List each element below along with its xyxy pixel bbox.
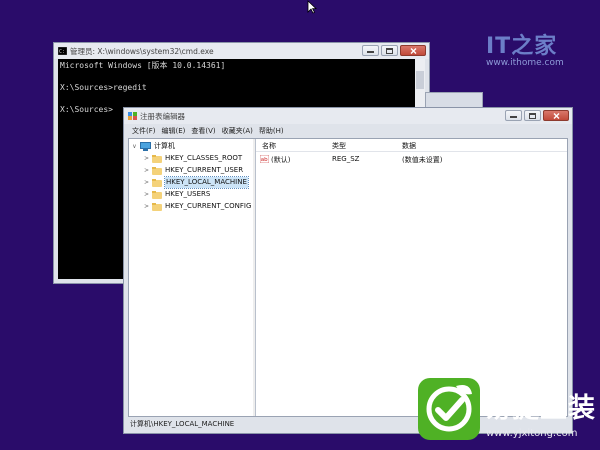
console-icon: C: [58,47,67,55]
tree-node-hklm[interactable]: > HKEY_LOCAL_MACHINE [143,176,249,189]
maximize-icon [386,47,393,54]
menu-favorites[interactable]: 收藏夹(A) [222,125,253,137]
svg-text:C:: C: [59,49,65,55]
cmd-close-button[interactable] [400,45,426,56]
column-type[interactable]: 类型 [332,141,346,151]
regedit-minimize-button[interactable] [505,110,522,121]
maximize-icon [529,112,536,119]
folder-icon [152,178,162,187]
table-row[interactable]: ab (默认) REG_SZ (数值未设置) [256,155,567,166]
expand-icon[interactable]: > [143,153,150,164]
value-data: (数值未设置) [402,156,443,164]
console-line: Microsoft Windows [版本 10.0.14361] [60,61,226,70]
tree-node-hkcu[interactable]: > HKEY_CURRENT_USER [143,165,243,176]
tree-node-hkcr[interactable]: > HKEY_CLASSES_ROOT [143,153,242,164]
yjxitong-watermark: 易捷重装 www.yjxitong.com [412,370,600,450]
regedit-title: 注册表编辑器 [140,112,185,121]
close-icon [553,112,559,119]
minimize-icon [367,51,374,53]
cmd-scroll-thumb[interactable] [416,71,424,89]
svg-text:ab: ab [261,157,268,163]
cursor-icon [307,0,317,14]
regedit-maximize-button[interactable] [524,110,541,121]
folder-icon [152,154,162,163]
column-name[interactable]: 名称 [262,141,276,151]
tree-node-hku[interactable]: > HKEY_USERS [143,189,210,200]
regedit-titlebar[interactable]: 注册表编辑器 [124,108,572,124]
minimize-icon [510,116,517,118]
tree-label: HKEY_CURRENT_USER [165,166,244,174]
menu-edit[interactable]: 编辑(E) [162,125,186,137]
menu-file[interactable]: 文件(F) [132,125,156,137]
regedit-close-button[interactable] [543,110,569,121]
string-value-icon: ab [260,155,269,163]
tree-label: HKEY_USERS [165,190,211,198]
ithome-url: www.ithome.com [486,58,564,68]
ithome-logo: IT之家 [486,34,558,59]
column-data[interactable]: 数据 [402,141,416,151]
value-name-cell: ab (默认) [260,155,290,165]
tree-node-computer[interactable]: ∨ 计算机 [131,141,175,152]
computer-icon [140,142,151,151]
tree-splitter[interactable] [253,139,255,416]
cmd-minimize-button[interactable] [362,45,379,56]
tree-label-selected: HKEY_LOCAL_MACHINE [164,176,249,189]
expand-icon[interactable]: > [143,189,150,200]
yjxitong-name: 易捷重装 [484,393,596,424]
cmd-maximize-button[interactable] [381,45,398,56]
close-icon [410,47,416,54]
value-name: (默认) [271,156,291,164]
tree-label: HKEY_CURRENT_CONFIG [165,202,252,210]
console-line: X:\Sources>regedit [60,83,147,92]
cmd-title: 管理员: X:\windows\system32\cmd.exe [70,47,214,56]
tree-node-hkcc[interactable]: > HKEY_CURRENT_CONFIG [143,201,251,212]
menu-help[interactable]: 帮助(H) [259,125,284,137]
collapse-icon[interactable]: ∨ [131,141,138,152]
check-leaf-icon [426,385,472,432]
key-tree[interactable]: ∨ 计算机 > HKEY_CLASSES_ROOT > HKEY_CURRENT… [129,139,256,416]
cmd-titlebar[interactable]: C: 管理员: X:\windows\system32\cmd.exe [54,43,429,59]
folder-icon [152,166,162,175]
tree-label: HKEY_CLASSES_ROOT [165,154,243,162]
yjxitong-url: www.yjxitong.com [486,428,578,439]
yjxitong-logo [418,378,480,440]
menu-bar: 文件(F) 编辑(E) 查看(V) 收藏夹(A) 帮助(H) [126,125,570,137]
regedit-icon [128,112,137,120]
expand-icon[interactable]: > [143,165,150,176]
tree-label: 计算机 [154,142,175,150]
folder-icon [152,190,162,199]
expand-icon[interactable]: > [143,177,150,188]
value-type: REG_SZ [332,155,360,163]
folder-icon [152,202,162,211]
ithome-watermark: IT之家 www.ithome.com [486,28,576,68]
expand-icon[interactable]: > [143,201,150,212]
column-headers: 名称 类型 数据 [256,139,567,152]
menu-view[interactable]: 查看(V) [191,125,215,137]
